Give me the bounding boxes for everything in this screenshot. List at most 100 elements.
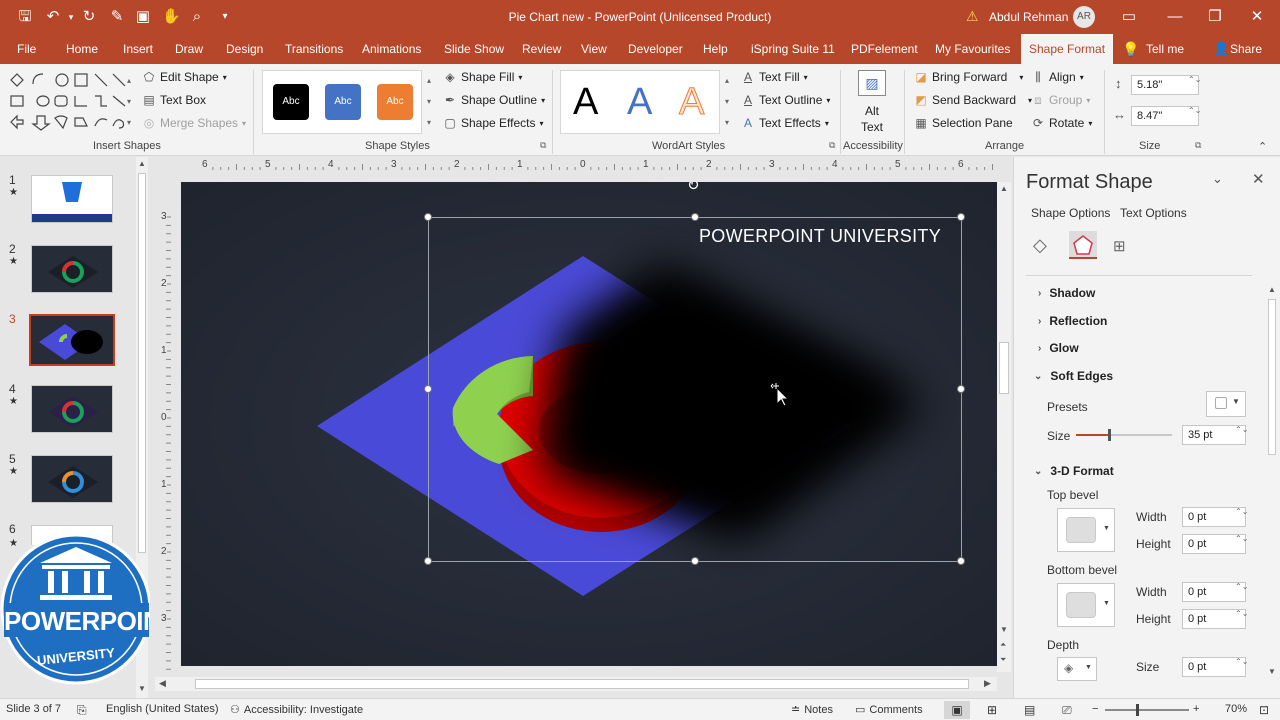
tab-shape-format[interactable]: Shape Format (1021, 34, 1114, 64)
scroll-left-icon[interactable]: ◀ (159, 678, 166, 689)
scroll-up-icon[interactable]: ▲ (138, 159, 146, 168)
slide-sorter-icon[interactable]: ⊞ (987, 703, 997, 717)
tab-slide-show[interactable]: Slide Show (444, 34, 504, 64)
resize-handle-s[interactable] (691, 557, 699, 565)
shape-fill-button[interactable]: ◈ Shape Fill ▾ (443, 70, 522, 84)
shape-width-input[interactable]: 8.47" (1131, 106, 1199, 126)
slide-thumbnail-1[interactable] (31, 175, 113, 223)
shape-outline-button[interactable]: ✒ Shape Outline ▾ (443, 93, 545, 107)
soft-edge-size-input[interactable]: 35 pt (1182, 425, 1246, 445)
shape-effects-button[interactable]: ▢ Shape Effects ▾ (443, 116, 543, 130)
section-glow[interactable]: › Glow (1038, 341, 1079, 355)
spelling-check-icon[interactable]: ⎘ (77, 703, 87, 718)
user-name[interactable]: Abdul Rehman (989, 10, 1068, 24)
undo-dropdown-icon[interactable]: ▾ (62, 8, 80, 26)
shape-styles-gallery[interactable]: Abc Abc Abc (262, 70, 422, 134)
depth-size-input[interactable]: 0 pt (1182, 657, 1246, 677)
scroll-up-icon[interactable]: ▲ (1268, 285, 1276, 294)
section-3d-format[interactable]: ⌄ 3-D Format (1034, 464, 1114, 478)
scroll-down-icon[interactable]: ▼ (1000, 625, 1008, 634)
slideshow-view-icon[interactable]: ⎚ (1062, 703, 1072, 718)
tab-pdfelement[interactable]: PDFelement (851, 34, 918, 64)
shapes-gallery[interactable] (7, 70, 135, 134)
scroll-thumb[interactable] (138, 173, 146, 553)
scroll-down-icon[interactable]: ▼ (1268, 667, 1276, 676)
tab-developer[interactable]: Developer (628, 34, 683, 64)
shape-height-input[interactable]: 5.18" (1131, 75, 1199, 95)
tab-review[interactable]: Review (522, 34, 561, 64)
avatar[interactable]: AR (1073, 6, 1095, 28)
redo-icon[interactable]: ↻ (80, 8, 98, 26)
text-effects-button[interactable]: A Text Effects ▾ (741, 116, 829, 130)
text-box-button[interactable]: ▤ Text Box (142, 93, 206, 107)
scroll-right-icon[interactable]: ▶ (984, 678, 991, 689)
bottom-bevel-width-input[interactable]: 0 pt (1182, 582, 1246, 602)
fill-line-icon[interactable]: ◇ (1033, 235, 1047, 256)
top-bevel-dropdown[interactable]: ▼ (1057, 508, 1115, 552)
undo-icon[interactable]: ↶ (44, 8, 62, 26)
style-preset-blue[interactable]: Abc (325, 84, 361, 120)
scroll-thumb[interactable] (195, 679, 969, 689)
resize-handle-se[interactable] (957, 557, 965, 565)
fit-to-window-icon[interactable]: ⊡ (1259, 703, 1269, 717)
tab-file[interactable]: File (17, 34, 36, 64)
bottom-bevel-dropdown[interactable]: ▼ (1057, 583, 1115, 627)
zoom-in-icon[interactable]: + (1193, 703, 1199, 715)
notes-button[interactable]: ≐ Notes (791, 703, 833, 717)
language-indicator[interactable]: English (United States) (106, 703, 219, 715)
zoom-slider-thumb[interactable] (1136, 704, 1139, 716)
tab-text-options[interactable]: Text Options (1120, 206, 1187, 220)
edit-shape-button[interactable]: ⬠ Edit Shape ▾ (142, 70, 227, 84)
section-reflection[interactable]: › Reflection (1038, 314, 1107, 328)
zoom-out-icon[interactable]: − (1092, 703, 1098, 715)
wordart-preset-blue[interactable]: A (627, 81, 652, 124)
bring-forward-button[interactable]: ◪ Bring Forward ▾ (914, 70, 1023, 84)
format-painter-icon[interactable]: ✎ (108, 8, 126, 26)
shape-styles-scroll[interactable]: ▴ ▾ ▾ (424, 70, 434, 134)
depth-color-dropdown[interactable]: ◈ ▼ (1057, 657, 1097, 681)
format-pane-scrollbar[interactable]: ▲ ▼ (1266, 285, 1278, 681)
rotate-handle-icon[interactable]: ↻ (687, 182, 700, 194)
resize-handle-nw[interactable] (424, 213, 432, 221)
editor-horizontal-scrollbar[interactable]: ◀ ▶ (155, 677, 997, 691)
normal-view-icon[interactable]: ▣ (944, 701, 970, 719)
wordart-launcher-icon[interactable]: ⧉ (829, 140, 835, 151)
present-icon[interactable]: ▣ (134, 8, 152, 26)
tab-home[interactable]: Home (66, 34, 98, 64)
prev-slide-icon[interactable]: ⏶ (1000, 640, 1006, 650)
send-backward-button[interactable]: ◩ Send Backward ▾ (914, 93, 1032, 107)
style-preset-orange[interactable]: Abc (377, 84, 413, 120)
tab-design[interactable]: Design (226, 34, 263, 64)
tab-my-favourites[interactable]: My Favourites (935, 34, 1010, 64)
text-outline-button[interactable]: A Text Outline ▾ (741, 93, 830, 107)
alt-text-button[interactable]: ▨ Alt Text (852, 70, 892, 136)
tab-ispring[interactable]: iSpring Suite 11 (751, 34, 835, 64)
effects-tab[interactable] (1069, 231, 1097, 259)
resize-handle-e[interactable] (957, 385, 965, 393)
top-bevel-height-input[interactable]: 0 pt (1182, 534, 1246, 554)
close-pane-icon[interactable]: ✕ (1252, 170, 1265, 188)
selection-frame[interactable] (428, 217, 962, 562)
style-preset-black[interactable]: Abc (273, 84, 309, 120)
editor-vertical-scrollbar[interactable]: ▲ ▼ ⏶ ⏷ (997, 182, 1011, 672)
collapse-ribbon-icon[interactable]: ⌃ (1258, 140, 1267, 153)
zoom-level[interactable]: 70% (1225, 703, 1247, 715)
wordart-preset-black[interactable]: A (573, 81, 598, 124)
shape-styles-launcher-icon[interactable]: ⧉ (540, 140, 546, 151)
slide-thumbnail-4[interactable] (31, 385, 113, 433)
top-bevel-width-input[interactable]: 0 pt (1182, 507, 1246, 527)
shapes-gallery-scroll[interactable]: ▴ ▾ ▾ (124, 70, 134, 134)
tab-draw[interactable]: Draw (175, 34, 203, 64)
scroll-thumb[interactable] (999, 342, 1009, 394)
tab-insert[interactable]: Insert (123, 34, 153, 64)
shapes-gallery-icons[interactable] (7, 70, 135, 134)
slide-thumbnail-5[interactable] (31, 455, 113, 503)
wordart-preset-orange[interactable]: A (678, 81, 704, 124)
zoom-slider[interactable] (1105, 704, 1189, 716)
tab-transitions[interactable]: Transitions (285, 34, 343, 64)
size-properties-icon[interactable]: ⊞ (1113, 237, 1126, 255)
touch-mode-icon[interactable]: ✋ (162, 8, 181, 26)
tab-view[interactable]: View (581, 34, 607, 64)
bottom-bevel-height-input[interactable]: 0 pt (1182, 609, 1246, 629)
customize-qat-icon[interactable]: ▾ (216, 8, 234, 26)
